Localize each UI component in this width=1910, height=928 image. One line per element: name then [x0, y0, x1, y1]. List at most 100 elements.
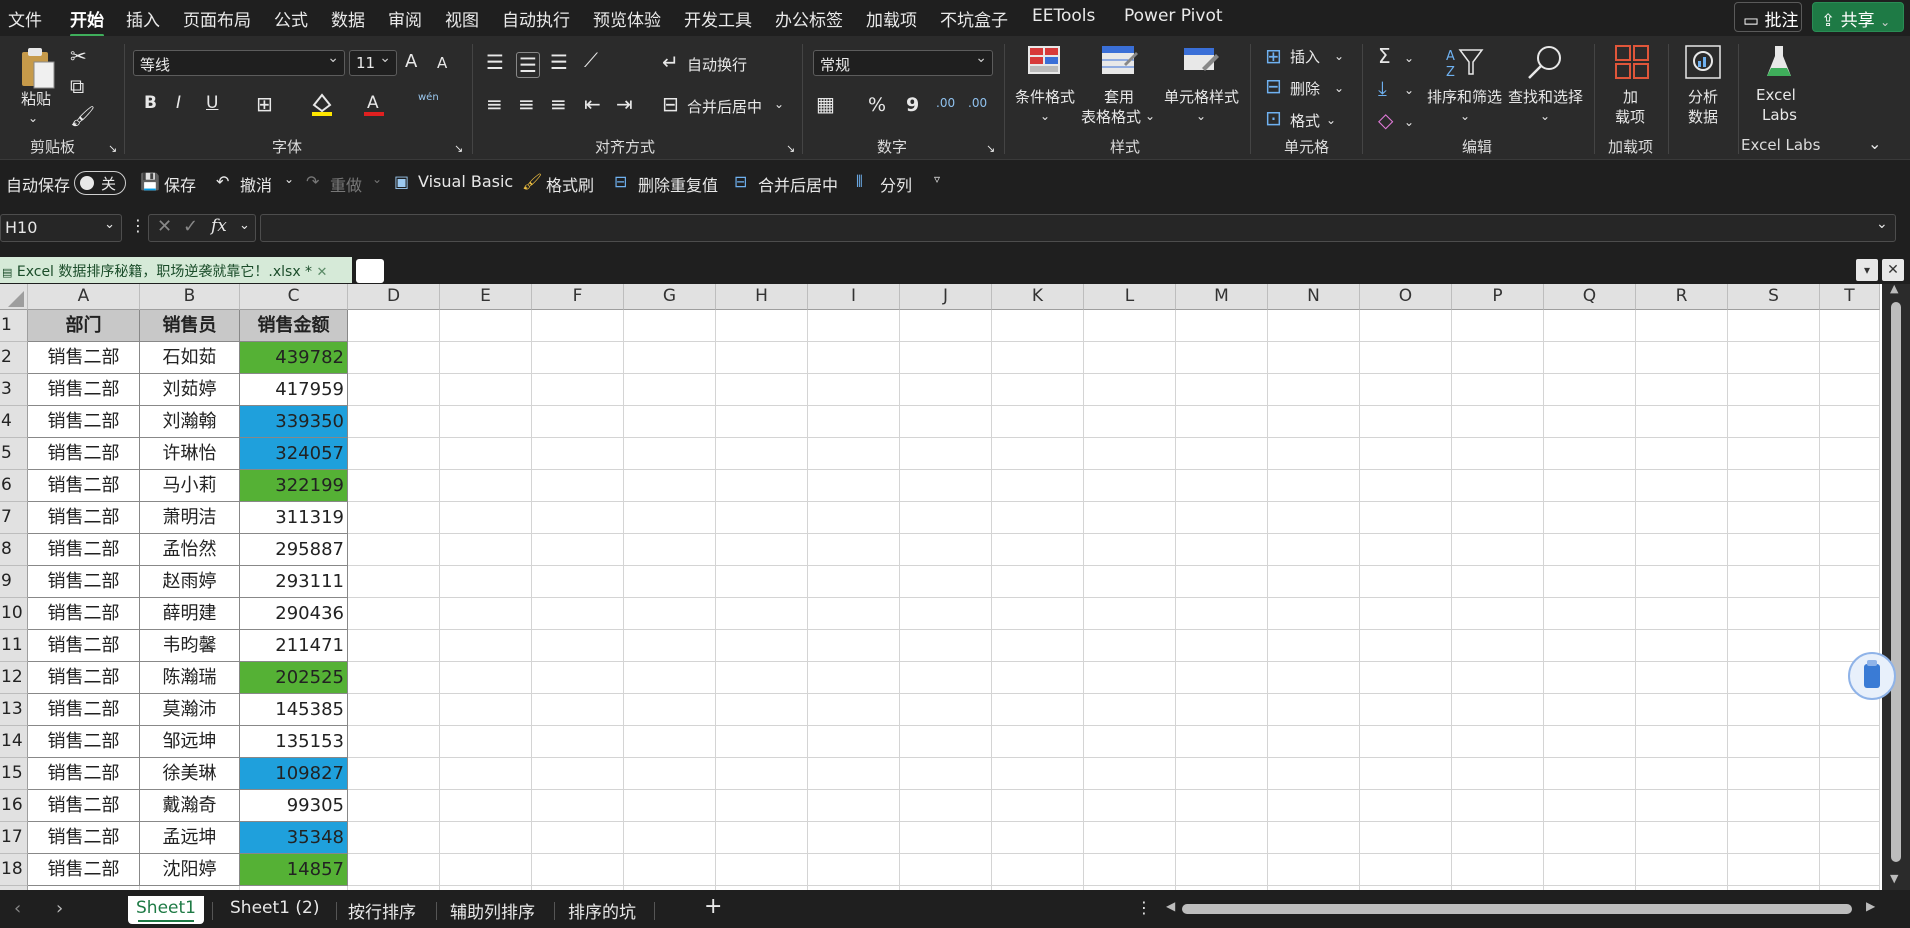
- empty-cell[interactable]: [1452, 502, 1544, 534]
- empty-cell[interactable]: [716, 726, 808, 758]
- empty-cell[interactable]: [1268, 598, 1360, 630]
- row-header[interactable]: 14: [0, 726, 28, 758]
- empty-cell[interactable]: [900, 534, 992, 566]
- menu-home[interactable]: 开始: [70, 6, 104, 37]
- empty-cell[interactable]: [1544, 502, 1636, 534]
- empty-cell[interactable]: [532, 822, 624, 854]
- empty-cell[interactable]: [1728, 470, 1820, 502]
- sales-amount-cell[interactable]: 202525: [240, 662, 348, 694]
- empty-cell[interactable]: [900, 662, 992, 694]
- row-header[interactable]: 2: [0, 342, 28, 374]
- column-header-k[interactable]: K: [992, 284, 1084, 310]
- empty-cell[interactable]: [532, 790, 624, 822]
- format-as-table-label-1[interactable]: 套用: [1104, 86, 1134, 107]
- empty-cell[interactable]: [1268, 726, 1360, 758]
- empty-cell[interactable]: [716, 534, 808, 566]
- sales-amount-cell[interactable]: 293111: [240, 566, 348, 598]
- empty-cell[interactable]: [1176, 726, 1268, 758]
- prev-sheet-icon[interactable]: ‹: [14, 898, 21, 919]
- empty-cell[interactable]: [808, 630, 900, 662]
- empty-cell[interactable]: [716, 310, 808, 342]
- empty-cell[interactable]: [992, 662, 1084, 694]
- empty-cell[interactable]: [1176, 694, 1268, 726]
- empty-cell[interactable]: [992, 310, 1084, 342]
- share-button[interactable]: ⇪ 共享 ⌄: [1812, 2, 1904, 32]
- row-header[interactable]: 17: [0, 822, 28, 854]
- cut-icon[interactable]: ✂: [70, 46, 87, 66]
- sort-filter-icon[interactable]: AZ: [1444, 44, 1484, 80]
- empty-cell[interactable]: [716, 438, 808, 470]
- empty-cell[interactable]: [1544, 566, 1636, 598]
- empty-cell[interactable]: [1820, 438, 1880, 470]
- empty-cell[interactable]: [1820, 566, 1880, 598]
- empty-cell[interactable]: [532, 438, 624, 470]
- scroll-down-icon[interactable]: ▼: [1890, 872, 1898, 885]
- empty-cell[interactable]: [716, 470, 808, 502]
- more-options-icon[interactable]: ⋮: [130, 216, 146, 235]
- align-bottom-icon[interactable]: ☰: [550, 52, 568, 72]
- customize-qat-icon[interactable]: ▿: [934, 172, 940, 186]
- spreadsheet-grid[interactable]: ABCDEFGHIJKLMNOPQRST 1 2 3 4 5 6 7 8 9 10 11 12 13 14…: [0, 284, 1882, 890]
- empty-cell[interactable]: [808, 822, 900, 854]
- scroll-up-icon[interactable]: ▲: [1890, 282, 1898, 295]
- empty-cell[interactable]: [1728, 502, 1820, 534]
- chevron-down-icon[interactable]: ⌄: [1040, 106, 1050, 126]
- empty-cell[interactable]: [1084, 822, 1176, 854]
- merge-center-icon[interactable]: ⊟: [662, 94, 679, 114]
- empty-cell[interactable]: [992, 406, 1084, 438]
- empty-cell[interactable]: [1636, 790, 1728, 822]
- empty-cell[interactable]: [1452, 374, 1544, 406]
- menu-file[interactable]: 文件: [8, 6, 42, 31]
- empty-cell[interactable]: [1452, 406, 1544, 438]
- empty-cell[interactable]: [1452, 854, 1544, 886]
- save-button[interactable]: 保存: [164, 172, 196, 196]
- row-header[interactable]: 9: [0, 566, 28, 598]
- empty-cell[interactable]: [900, 694, 992, 726]
- visual-basic-button[interactable]: Visual Basic: [418, 172, 513, 191]
- department-cell[interactable]: 销售二部: [28, 374, 140, 406]
- empty-cell[interactable]: [1452, 726, 1544, 758]
- empty-cell[interactable]: [808, 534, 900, 566]
- empty-cell[interactable]: [1544, 470, 1636, 502]
- paste-icon[interactable]: [18, 46, 56, 94]
- empty-cell[interactable]: [1544, 726, 1636, 758]
- department-cell[interactable]: 销售二部: [28, 502, 140, 534]
- sheet-tab-sheet1-copy[interactable]: Sheet1 (2): [222, 896, 327, 924]
- empty-cell[interactable]: [1544, 790, 1636, 822]
- empty-cell[interactable]: [624, 598, 716, 630]
- empty-cell[interactable]: [1360, 374, 1452, 406]
- remove-duplicates-icon[interactable]: ⊟: [614, 172, 627, 191]
- empty-cell[interactable]: [1360, 566, 1452, 598]
- empty-cell[interactable]: [1360, 662, 1452, 694]
- empty-cell[interactable]: [808, 694, 900, 726]
- analyze-data-icon[interactable]: [1684, 44, 1722, 80]
- empty-cell[interactable]: [1176, 598, 1268, 630]
- department-cell[interactable]: 销售二部: [28, 406, 140, 438]
- empty-cell[interactable]: [440, 566, 532, 598]
- empty-cell[interactable]: [1268, 374, 1360, 406]
- row-header[interactable]: 10: [0, 598, 28, 630]
- fill-color-icon[interactable]: [310, 91, 334, 117]
- empty-cell[interactable]: [1084, 694, 1176, 726]
- chevron-down-icon[interactable]: ⌄: [239, 218, 250, 233]
- empty-cell[interactable]: [716, 502, 808, 534]
- chevron-down-icon[interactable]: ⌄: [372, 172, 382, 186]
- empty-cell[interactable]: [992, 534, 1084, 566]
- expand-formula-icon[interactable]: ⌄: [1876, 216, 1888, 232]
- chevron-down-icon[interactable]: ⌄: [1196, 106, 1206, 126]
- menu-developer[interactable]: 开发工具: [684, 6, 752, 31]
- empty-cell[interactable]: [1084, 598, 1176, 630]
- row-header[interactable]: 4: [0, 406, 28, 438]
- empty-cell[interactable]: [1820, 758, 1880, 790]
- sheet-tab-helper-sort[interactable]: 辅助列排序: [442, 896, 543, 924]
- insert-cells-button[interactable]: 插入: [1290, 46, 1320, 67]
- department-cell[interactable]: 销售二部: [28, 854, 140, 886]
- empty-cell[interactable]: [1268, 310, 1360, 342]
- empty-cell[interactable]: [624, 662, 716, 694]
- empty-cell[interactable]: [900, 854, 992, 886]
- table-header-cell[interactable]: 销售员: [140, 310, 240, 342]
- empty-cell[interactable]: [992, 438, 1084, 470]
- clear-icon[interactable]: ◇: [1378, 110, 1393, 130]
- sales-amount-cell[interactable]: 211471: [240, 630, 348, 662]
- format-painter-icon[interactable]: 🖌: [70, 106, 95, 126]
